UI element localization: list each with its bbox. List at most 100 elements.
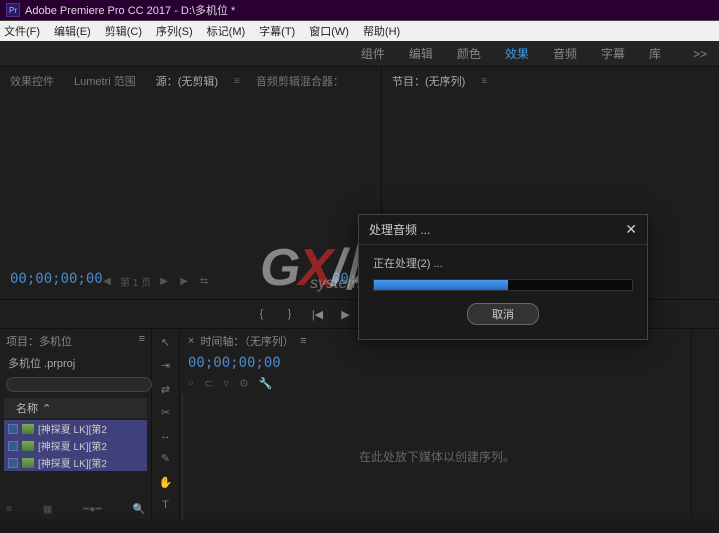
project-footer: ≡ ▦ ━●━ 🔍 [0,500,151,519]
menu-clip[interactable]: 剪辑(C) [105,23,142,39]
ws-libraries[interactable]: 库 [649,45,661,62]
project-header: 项目：多机位 ≡ [0,329,151,353]
program-tabs: 节目：(无序列) ≡ [382,67,719,95]
audio-meter-panel [691,329,719,519]
menu-file[interactable]: 文件(F) [4,23,40,39]
timeline-title[interactable]: 时间轴：（无序列） [200,333,294,349]
prev-page-icon[interactable]: ◀ [100,275,114,289]
clip-icon [22,441,34,451]
ws-effects[interactable]: 效果 [505,45,529,62]
timeline-menu-icon[interactable]: ≡ [300,335,306,347]
progress-bar [373,279,633,291]
menu-window[interactable]: 窗口(W) [309,23,349,39]
slip-tool-icon[interactable]: ↔ [158,428,174,443]
menubar: 文件(F) 编辑(E) 剪辑(C) 序列(S) 标记(M) 字幕(T) 窗口(W… [0,21,719,41]
list-item[interactable]: [神探夏 LK][第2 [4,420,147,437]
ws-audio[interactable]: 音频 [553,45,577,62]
timeline-timecode[interactable]: 00;00;00;00 [180,353,691,373]
close-icon[interactable]: ✕ [625,221,637,238]
menu-sequence[interactable]: 序列(S) [156,23,193,39]
timeline-empty-msg: 在此处放下媒体以创建序列。 [359,448,515,465]
play-icon[interactable]: ▶ [338,306,354,322]
tab-menu-icon[interactable]: ≡ [234,76,240,87]
dialog-message: 正在处理(2) ... [373,255,633,271]
menu-marker[interactable]: 标记(M) [207,23,246,39]
progress-fill [374,280,508,290]
clip-name: [神探夏 LK][第2 [38,455,107,470]
ws-color[interactable]: 颜色 [457,45,481,62]
dialog-titlebar: 处理音频 ... ✕ [359,215,647,245]
ws-assembly[interactable]: 组件 [361,45,385,62]
marker-icon[interactable]: ▿ [223,377,229,390]
linked-icon[interactable]: ⊂ [204,377,213,390]
titlebar: Pr Adobe Premiere Pro CC 2017 - D:\多机位 * [0,0,719,21]
checkbox-icon[interactable] [8,424,18,434]
column-name-header[interactable]: 名称 ⌃ [4,398,147,418]
project-search-input[interactable] [6,377,152,392]
clip-name: [神探夏 LK][第2 [38,421,107,436]
window-title: Adobe Premiere Pro CC 2017 - D:\多机位 * [25,2,235,18]
ripple-tool-icon[interactable]: ⇄ [158,382,174,397]
ws-titles[interactable]: 字幕 [601,45,625,62]
tab-source[interactable]: 源：(无剪辑) [152,71,222,91]
track-select-tool-icon[interactable]: ⇥ [158,358,174,373]
source-page-controls: ◀ 第 1 页 ▶ ▶ ⇆ [100,274,211,289]
tab-effect-controls[interactable]: 效果控件 [6,71,58,91]
clip-name: [神探夏 LK][第2 [38,438,107,453]
razor-tool-icon[interactable]: ✂ [158,405,174,420]
panel-menu-icon[interactable]: ≡ [139,333,145,349]
list-view-icon[interactable]: ≡ [6,504,12,515]
timeline-panel: × 时间轴：（无序列） ≡ 00;00;00;00 ⌕ ⊂ ▿ ⚙ 🔧 在此处放… [180,329,691,519]
project-title[interactable]: 项目：多机位 [6,333,72,349]
timeline-toolbar: ⌕ ⊂ ▿ ⚙ 🔧 [180,373,691,394]
dialog-body: 正在处理(2) ... 取消 [359,245,647,339]
progress-dialog: 处理音频 ... ✕ 正在处理(2) ... 取消 [358,214,648,340]
settings-icon[interactable]: ⚙ [239,377,249,390]
timeline-marker-icon[interactable]: × [188,335,194,347]
list-item[interactable]: [神探夏 LK][第2 [4,454,147,471]
workspace-bar: 组件 编辑 颜色 效果 音频 字幕 库 >> [0,41,719,67]
tools-column: ↖ ⇥ ⇄ ✂ ↔ ✎ ✋ T [152,329,180,519]
mark-out-icon[interactable]: } [282,306,298,322]
menu-help[interactable]: 帮助(H) [363,23,400,39]
hand-tool-icon[interactable]: ✋ [158,475,174,490]
checkbox-icon[interactable] [8,458,18,468]
ws-overflow-icon[interactable]: >> [693,47,707,61]
timeline-dropzone[interactable]: 在此处放下媒体以创建序列。 [182,394,691,519]
step-back-icon[interactable]: |◀ [310,306,326,322]
menu-title[interactable]: 字幕(T) [259,23,295,39]
icon-view-icon[interactable]: ▦ [43,504,52,515]
checkbox-icon[interactable] [8,441,18,451]
tab-lumetri[interactable]: Lumetri 范围 [70,71,140,91]
type-tool-icon[interactable]: T [158,498,174,513]
snap-icon[interactable]: ⌕ [188,377,194,390]
project-filename: 多机位 .prproj [0,353,151,373]
tab-program[interactable]: 节目：(无序列) [388,71,469,91]
sort-icon: ⌃ [42,402,51,415]
menu-edit[interactable]: 编辑(E) [54,23,91,39]
source-panel: 效果控件 Lumetri 范围 源：(无剪辑) ≡ 音频剪辑混合器： 00;00… [0,67,382,299]
ws-editing[interactable]: 编辑 [409,45,433,62]
name-header-label: 名称 [16,400,38,416]
source-tabs: 效果控件 Lumetri 范围 源：(无剪辑) ≡ 音频剪辑混合器： [0,67,381,95]
play-icon[interactable]: ▶ [177,275,191,289]
clip-icon [22,424,34,434]
project-search-row: ▭ [6,377,145,392]
program-tab-menu-icon[interactable]: ≡ [481,76,487,87]
loop-icon[interactable]: ⇆ [197,275,211,289]
list-item[interactable]: [神探夏 LK][第2 [4,437,147,454]
tab-audio-mixer[interactable]: 音频剪辑混合器： [252,71,348,91]
find-icon[interactable]: 🔍 [133,504,145,515]
app-icon: Pr [6,3,20,17]
mark-in-icon[interactable]: { [254,306,270,322]
dialog-title-text: 处理音频 ... [369,221,430,238]
bottom-panels: 项目：多机位 ≡ 多机位 .prproj ▭ 名称 ⌃ [神探夏 LK][第2 … [0,329,719,519]
cancel-button[interactable]: 取消 [467,303,539,325]
wrench-icon[interactable]: 🔧 [259,377,273,390]
zoom-slider[interactable]: ━●━ [83,504,101,515]
next-page-icon[interactable]: ▶ [157,275,171,289]
source-timecode[interactable]: 00;00;00;00 [10,271,103,287]
page-label: 第 1 页 [120,274,151,289]
selection-tool-icon[interactable]: ↖ [158,335,174,350]
pen-tool-icon[interactable]: ✎ [158,451,174,466]
